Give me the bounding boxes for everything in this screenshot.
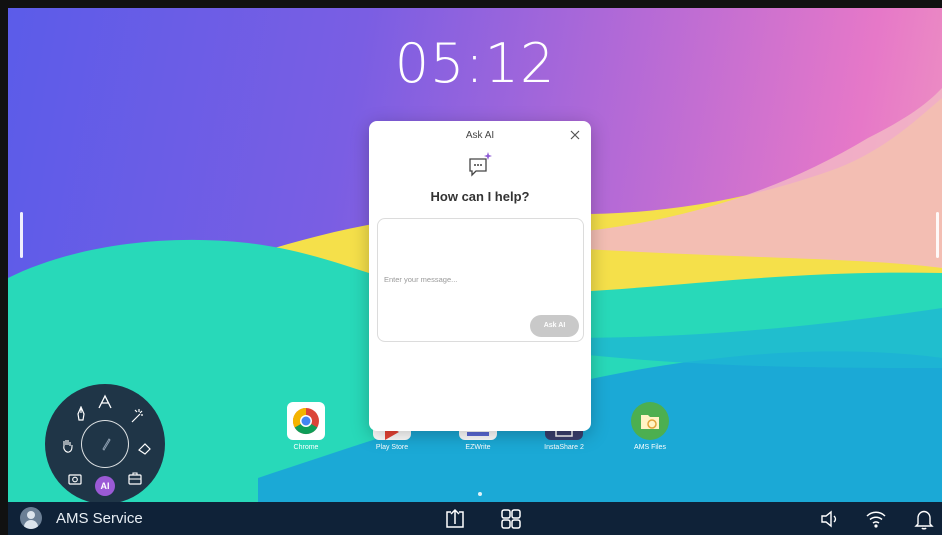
- app-label: InstaShare 2: [544, 444, 584, 451]
- left-edge-handle[interactable]: [20, 212, 23, 258]
- avatar: [20, 507, 42, 529]
- message-box: Ask AI: [377, 218, 584, 342]
- page-indicator-dot: [478, 492, 482, 496]
- ask-ai-button[interactable]: Ask AI: [530, 315, 579, 337]
- pen-tool-wheel[interactable]: AI: [45, 384, 165, 504]
- pen-wheel-center[interactable]: [81, 420, 129, 468]
- clock-time: 05:12: [394, 32, 556, 95]
- ask-ai-dialog: Ask AI How can I help? Ask AI: [369, 121, 591, 431]
- taskbar: AMS Service: [8, 502, 942, 535]
- chrome-icon: [287, 402, 325, 440]
- magic-wand-icon[interactable]: [129, 408, 145, 424]
- right-edge-handle[interactable]: [936, 212, 939, 258]
- pen-icon[interactable]: [73, 406, 89, 422]
- notification-bell-icon[interactable]: [913, 508, 935, 530]
- user-name: AMS Service: [56, 509, 143, 527]
- app-label: AMS Files: [634, 444, 666, 451]
- ams-files-icon: [631, 402, 669, 440]
- app-label: Chrome: [293, 444, 319, 451]
- message-input[interactable]: [384, 271, 574, 287]
- app-chrome[interactable]: Chrome: [281, 402, 331, 451]
- apps-grid-icon[interactable]: [500, 508, 522, 530]
- app-label: EZWrite: [465, 444, 491, 451]
- hand-icon[interactable]: [60, 438, 76, 454]
- toolbox-icon[interactable]: [127, 470, 143, 486]
- app-ams-files[interactable]: AMS Files: [625, 402, 675, 451]
- dialog-title: Ask AI: [465, 130, 495, 141]
- eraser-icon[interactable]: [137, 440, 153, 456]
- camera-icon[interactable]: [67, 471, 83, 487]
- volume-icon[interactable]: [819, 508, 841, 530]
- ai-tool-button[interactable]: AI: [95, 476, 115, 496]
- center-pen-icon: [102, 438, 111, 451]
- desktop-screen: 05:12 Chrome Play Store EZWrite InstaSha…: [8, 8, 942, 535]
- app-label: Play Store: [375, 444, 409, 451]
- user-account[interactable]: AMS Service: [20, 507, 143, 529]
- ai-chat-icon: [469, 152, 492, 177]
- screen-share-icon[interactable]: [444, 508, 466, 530]
- dialog-heading: How can I help?: [430, 189, 530, 204]
- close-icon[interactable]: [568, 128, 582, 142]
- wifi-icon[interactable]: [865, 508, 887, 530]
- text-icon[interactable]: [97, 394, 113, 410]
